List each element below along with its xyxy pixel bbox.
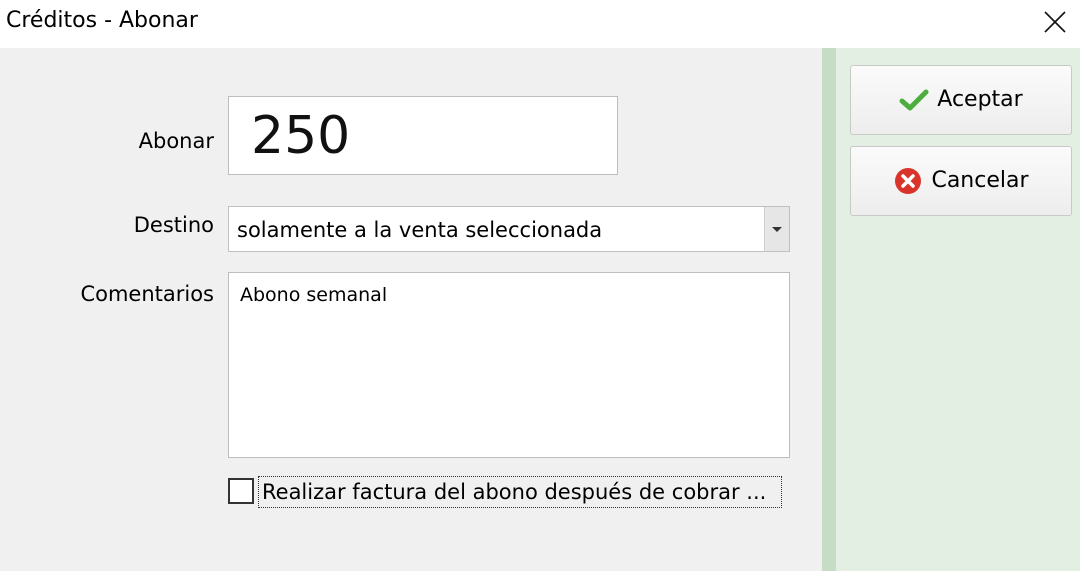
factura-checkbox-label[interactable]: Realizar factura del abono después de co… xyxy=(258,476,782,508)
checkmark-icon xyxy=(899,88,929,112)
destino-selected-value: solamente a la venta seleccionada xyxy=(237,218,603,242)
close-button[interactable] xyxy=(1030,0,1080,44)
destino-label: Destino xyxy=(133,213,214,237)
abonar-label: Abonar xyxy=(138,129,214,153)
comentarios-textarea[interactable]: Abono semanal xyxy=(228,272,790,458)
dropdown-arrow-icon[interactable] xyxy=(764,207,789,251)
aceptar-button[interactable]: Aceptar xyxy=(850,65,1072,135)
aceptar-label: Aceptar xyxy=(937,87,1023,112)
panel-divider xyxy=(822,48,836,571)
close-icon[interactable] xyxy=(1043,10,1067,34)
cancelar-label: Cancelar xyxy=(931,168,1029,193)
cancel-icon xyxy=(893,166,923,196)
comentarios-value: Abono semanal xyxy=(240,284,388,306)
abonar-amount-input[interactable]: 250 xyxy=(228,96,618,175)
title-bar: Créditos - Abonar xyxy=(0,0,1080,48)
factura-checkbox[interactable] xyxy=(228,478,254,504)
comentarios-label: Comentarios xyxy=(80,282,214,306)
window-title: Créditos - Abonar xyxy=(6,8,198,33)
cancelar-button[interactable]: Cancelar xyxy=(850,146,1072,216)
destino-select[interactable]: solamente a la venta seleccionada xyxy=(228,206,790,252)
